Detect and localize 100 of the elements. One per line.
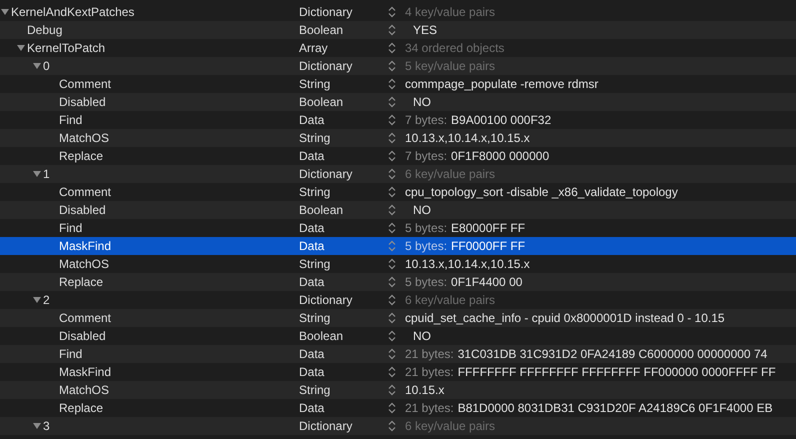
byte-count: 7 bytes: (405, 113, 448, 127)
up-down-chevron-icon[interactable] (388, 114, 396, 126)
key-label: MaskFind (59, 365, 112, 379)
up-down-chevron-icon[interactable] (388, 132, 396, 144)
key-label: Find (59, 221, 82, 235)
up-down-chevron-icon[interactable] (388, 6, 396, 18)
plist-row[interactable]: Debug Boolean YES (0, 21, 796, 39)
key-label: MatchOS (59, 383, 110, 397)
data-value: 0F1F8000 000000 (451, 149, 550, 163)
up-down-chevron-icon[interactable] (388, 420, 396, 432)
up-down-chevron-icon[interactable] (388, 330, 396, 342)
key-label: 0 (43, 59, 50, 73)
key-label: 1 (43, 167, 50, 181)
boolean-value: NO (412, 95, 431, 109)
plist-row[interactable]: MatchOS String 10.15.x (0, 381, 796, 399)
disclosure-triangle-icon[interactable] (33, 296, 41, 304)
type-label: Boolean (299, 329, 344, 343)
data-value: B9A00100 000F32 (451, 113, 552, 127)
byte-count: 5 bytes: (405, 239, 448, 253)
key-label: MatchOS (59, 257, 110, 271)
up-down-chevron-icon[interactable] (388, 402, 396, 414)
up-down-chevron-icon[interactable] (388, 186, 396, 198)
key-label: Comment (59, 311, 112, 325)
disclosure-triangle-icon[interactable] (33, 170, 41, 178)
up-down-chevron-icon[interactable] (388, 150, 396, 162)
plist-row[interactable]: Disabled Boolean NO (0, 93, 796, 111)
string-value: cpuid_set_cache_info - cpuid 0x8000001D instead 0 - 10.15 (405, 311, 725, 325)
byte-count: 5 bytes: (405, 221, 448, 235)
up-down-chevron-icon[interactable] (388, 348, 396, 360)
type-label: Dictionary (299, 59, 354, 73)
up-down-chevron-icon[interactable] (388, 168, 396, 180)
key-label: MatchOS (59, 131, 110, 145)
type-label: Dictionary (299, 167, 354, 181)
byte-count: 21 bytes: (405, 365, 454, 379)
selected-row[interactable]: MaskFind Data 5 bytes: FF0000FF FF (0, 237, 796, 255)
key-label: 3 (43, 419, 50, 433)
up-down-chevron-icon[interactable] (388, 78, 396, 90)
key-label: Disabled (59, 203, 106, 217)
type-label: Data (299, 275, 326, 289)
string-value: cpu_topology_sort -disable _x86_validate_topology (405, 185, 678, 199)
disclosure-triangle-icon[interactable] (1, 8, 9, 16)
type-label: String (299, 257, 332, 271)
type-label: Array (299, 41, 329, 55)
up-down-chevron-icon[interactable] (388, 366, 396, 378)
up-down-chevron-icon[interactable] (388, 312, 396, 324)
item-count: 5 key/value pairs (405, 59, 496, 73)
key-label: KernelToPatch (27, 41, 106, 55)
key-label: Debug (27, 23, 62, 37)
key-label: Comment (59, 77, 112, 91)
boolean-value: YES (412, 23, 438, 37)
up-down-chevron-icon[interactable] (388, 222, 396, 234)
plist-row[interactable]: MatchOS String 10.13.x,10.14.x,10.15.x (0, 129, 796, 147)
byte-count: 21 bytes: (405, 347, 454, 361)
up-down-chevron-icon[interactable] (388, 60, 396, 72)
type-label: Data (299, 113, 326, 127)
boolean-value: NO (412, 203, 431, 217)
key-label: Replace (59, 149, 104, 163)
type-label: Data (299, 149, 326, 163)
plist-row[interactable]: 3 Dictionary 6 key/value pairs (0, 417, 796, 435)
plist-row[interactable]: 0 Dictionary 5 key/value pairs (0, 57, 796, 75)
up-down-chevron-icon[interactable] (388, 276, 396, 288)
type-label: Dictionary (299, 293, 354, 307)
type-label: Boolean (299, 23, 344, 37)
type-label: Data (299, 347, 326, 361)
disclosure-triangle-icon[interactable] (17, 44, 25, 52)
byte-count: 5 bytes: (405, 275, 448, 289)
type-label: Data (299, 365, 326, 379)
up-down-chevron-icon[interactable] (388, 96, 396, 108)
data-value: FF0000FF FF (451, 239, 526, 253)
up-down-chevron-icon[interactable] (388, 294, 396, 306)
byte-count: 21 bytes: (405, 401, 454, 415)
up-down-chevron-icon[interactable] (388, 258, 396, 270)
plist-row[interactable]: Replace Data 5 bytes: 0F1F4400 00 (0, 273, 796, 291)
item-count: 4 key/value pairs (405, 5, 496, 19)
key-label: MaskFind (59, 239, 112, 253)
data-value: FFFFFFFF FFFFFFFF FFFFFFFF FF000000 0000FFFF FF (458, 365, 776, 379)
plist-row[interactable]: Disabled Boolean NO (0, 201, 796, 219)
plist-row[interactable]: Comment String cpuid_set_cache_info - cpuid 0x8000001D instead 0 - 10.15 (0, 309, 796, 327)
disclosure-triangle-icon[interactable] (33, 62, 41, 70)
data-value: B81D0000 8031DB31 C931D20F A24189C6 0F1F4000 EB (458, 401, 773, 415)
key-label: Disabled (59, 329, 106, 343)
up-down-chevron-icon[interactable] (388, 42, 396, 54)
key-label: Disabled (59, 95, 106, 109)
plist-row[interactable]: 1 Dictionary 6 key/value pairs (0, 165, 796, 183)
type-label: String (299, 131, 332, 145)
data-value: 31C031DB 31C931D2 0FA24189 C6000000 00000000 74 (458, 347, 768, 361)
up-down-chevron-icon[interactable] (388, 204, 396, 216)
string-value: 10.13.x,10.14.x,10.15.x (405, 257, 530, 271)
type-label: String (299, 383, 332, 397)
byte-count: 7 bytes: (405, 149, 448, 163)
type-label: Boolean (299, 95, 344, 109)
key-label: Comment (59, 185, 112, 199)
up-down-chevron-icon[interactable] (388, 384, 396, 396)
key-label: KernelAndKextPatches (11, 5, 134, 19)
up-down-chevron-icon[interactable] (388, 24, 396, 36)
type-label: Data (299, 221, 326, 235)
boolean-value: NO (412, 329, 431, 343)
plist-row[interactable]: Find Data 21 bytes: 31C031DB 31C931D2 0FA24189 C6000000 00000000 74 (0, 345, 796, 363)
disclosure-triangle-icon[interactable] (33, 422, 41, 430)
item-count: 6 key/value pairs (405, 167, 496, 181)
